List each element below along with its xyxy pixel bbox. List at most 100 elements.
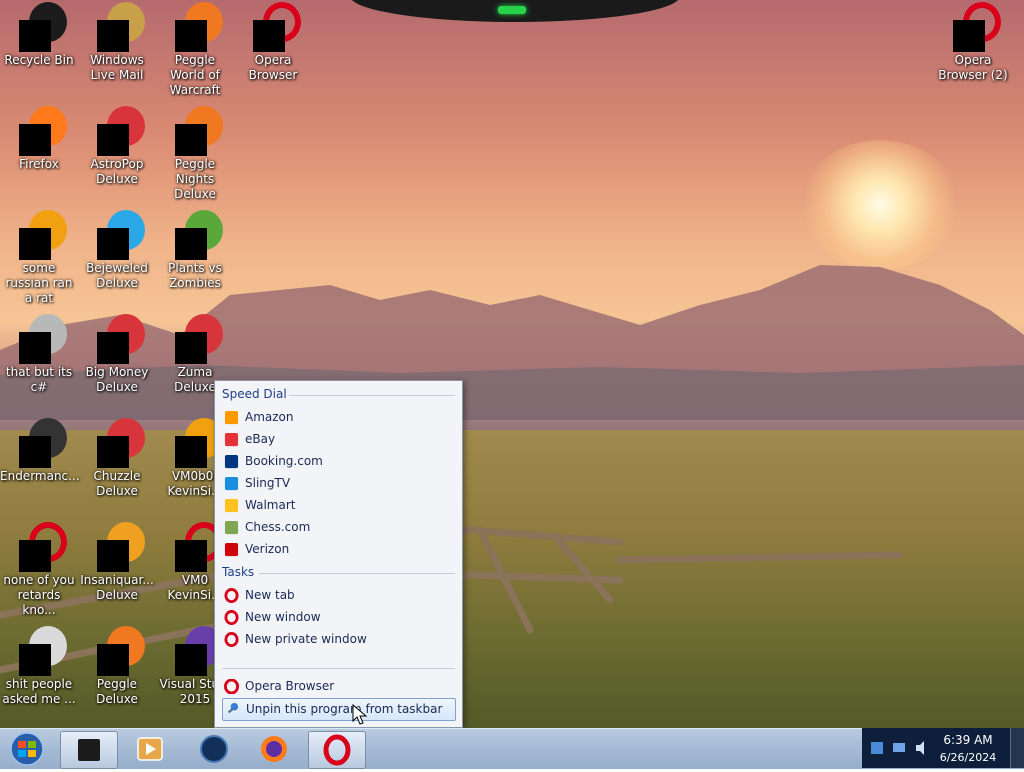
peggle-icon xyxy=(175,106,223,156)
desktop-icon[interactable]: Peggle World of Warcraft xyxy=(156,0,234,98)
desktop-icon-label: Peggle Nights Deluxe xyxy=(174,157,216,201)
show-desktop-button[interactable] xyxy=(1010,728,1024,768)
desktop-icon[interactable]: Opera Browser xyxy=(234,0,312,83)
desktop-icon[interactable]: that but its c# xyxy=(0,312,78,395)
jumplist-item-new-tab[interactable]: New tab xyxy=(222,585,454,606)
taskbar-opera[interactable] xyxy=(308,731,366,769)
jumplist-item-amazon[interactable]: Amazon xyxy=(222,407,454,428)
desktop-icon[interactable]: Big Money Deluxe xyxy=(78,312,156,395)
jumplist-item-chess-com[interactable]: Chess.com xyxy=(222,517,454,538)
taskbar-app-globe[interactable] xyxy=(186,731,242,767)
tasks-header: Tasks xyxy=(222,565,255,579)
opera-icon xyxy=(224,588,239,603)
redaction-box xyxy=(19,124,51,156)
jumplist-item-label: Amazon xyxy=(245,410,294,424)
desktop-icon[interactable]: Peggle Nights Deluxe xyxy=(156,104,234,202)
taskbar-firefox[interactable] xyxy=(246,731,302,767)
desktop-icon-label: Windows Live Mail xyxy=(90,53,144,82)
divider xyxy=(259,573,455,574)
desktop-icon-label: Endermanc... xyxy=(0,469,80,483)
jumplist-item-label: Opera Browser xyxy=(245,679,335,693)
desktop-icon-label: Plants vs Zombies xyxy=(168,261,222,290)
file-icon xyxy=(19,210,67,260)
desktop-icon[interactable]: shit people asked me ... xyxy=(0,624,78,707)
jumplist-item-label: eBay xyxy=(245,432,276,446)
game-icon xyxy=(97,418,145,468)
desktop-icon[interactable]: Plants vs Zombies xyxy=(156,208,234,291)
desktop-icon[interactable]: some russian ran a rat xyxy=(0,208,78,306)
desktop-icon-label: shit people asked me ... xyxy=(2,677,76,706)
clock-time[interactable]: 6:39 AM xyxy=(928,733,1008,747)
jumplist-item-label: Booking.com xyxy=(245,454,323,468)
jumplist-item-label: Chess.com xyxy=(245,520,311,534)
divider xyxy=(222,668,455,669)
taskbar-app-1[interactable] xyxy=(60,731,118,769)
start-button[interactable] xyxy=(4,731,50,767)
redaction-box xyxy=(97,436,129,468)
opera-icon xyxy=(323,734,351,766)
desktop-icon[interactable]: Insaniquar... Deluxe xyxy=(78,520,156,603)
recycle-bin-icon xyxy=(19,2,67,52)
network-icon[interactable] xyxy=(870,740,884,756)
desktop-icon-label: Chuzzle Deluxe xyxy=(93,469,141,498)
desktop-icon-label: Firefox xyxy=(19,157,59,171)
jumplist-item-ebay[interactable]: eBay xyxy=(222,429,454,450)
redaction-box xyxy=(97,644,129,676)
desktop-icon[interactable]: Firefox xyxy=(0,104,78,172)
monitor-icon[interactable] xyxy=(892,741,906,755)
document-icon xyxy=(19,626,67,676)
divider xyxy=(289,395,455,396)
desktop-icon[interactable]: Endermanc... xyxy=(0,416,80,484)
opera-jump-list: Speed Dial Amazon eBay Booking.com SlingTV W… xyxy=(214,380,463,728)
media-player-icon xyxy=(137,737,163,761)
jumplist-item-label: New tab xyxy=(245,588,295,602)
opera-icon xyxy=(224,632,239,647)
taskbar-media-player[interactable] xyxy=(122,731,178,767)
redaction-box xyxy=(953,20,985,52)
jumplist-item-opera-browser[interactable]: Opera Browser xyxy=(222,676,454,697)
jumplist-item-walmart[interactable]: Walmart xyxy=(222,495,454,516)
windows-orb-icon xyxy=(10,732,44,766)
desktop-icon[interactable]: Windows Live Mail xyxy=(78,0,156,83)
desktop-icon-label: Opera Browser (2) xyxy=(938,53,1008,82)
jumplist-item-unpin[interactable]: Unpin this program from taskbar xyxy=(222,698,456,721)
jumplist-item-booking-com[interactable]: Booking.com xyxy=(222,451,454,472)
desktop-icon-label: Peggle World of Warcraft xyxy=(169,53,221,97)
jumplist-item-new-window[interactable]: New window xyxy=(222,607,454,628)
redaction-box xyxy=(19,332,51,364)
clock-date[interactable]: 6/26/2024 xyxy=(928,751,1008,764)
desktop-icon-label: Opera Browser xyxy=(248,53,298,82)
redaction-box xyxy=(175,228,207,260)
desktop-icon[interactable]: Opera Browser (2) xyxy=(934,0,1012,83)
redaction-box xyxy=(19,20,51,52)
opera-icon xyxy=(953,2,1001,52)
jumplist-item-new-private-window[interactable]: New private window xyxy=(222,629,454,650)
walmart-icon xyxy=(224,498,239,513)
volume-icon[interactable] xyxy=(914,740,928,756)
ebay-icon xyxy=(224,432,239,447)
peggle-icon xyxy=(175,2,223,52)
desktop-icon-label: AstroPop Deluxe xyxy=(90,157,144,186)
jumplist-item-label: New window xyxy=(245,610,321,624)
status-led xyxy=(498,6,526,14)
opera-icon xyxy=(224,679,239,694)
gem-icon xyxy=(97,210,145,260)
desktop-icon[interactable]: Chuzzle Deluxe xyxy=(78,416,156,499)
folder-icon xyxy=(19,314,67,364)
opera-icon xyxy=(224,610,239,625)
desktop-icon[interactable]: Recycle Bin xyxy=(0,0,78,68)
desktop-icon[interactable]: none of you retards kno... xyxy=(0,520,78,618)
desktop-icon[interactable]: Bejeweled Deluxe xyxy=(78,208,156,291)
desktop-icon[interactable]: AstroPop Deluxe xyxy=(78,104,156,187)
jumplist-item-slingtv[interactable]: SlingTV xyxy=(222,473,454,494)
verizon-icon xyxy=(224,542,239,557)
amazon-icon xyxy=(224,410,239,425)
opera-icon xyxy=(175,522,223,572)
game-icon xyxy=(97,314,145,364)
desktop-icon-label: Big Money Deluxe xyxy=(85,365,149,394)
opera-icon xyxy=(253,2,301,52)
jumplist-item-verizon[interactable]: Verizon xyxy=(222,539,454,560)
desktop-icon[interactable]: Peggle Deluxe xyxy=(78,624,156,707)
redaction-box xyxy=(19,228,51,260)
chess-icon xyxy=(224,520,239,535)
